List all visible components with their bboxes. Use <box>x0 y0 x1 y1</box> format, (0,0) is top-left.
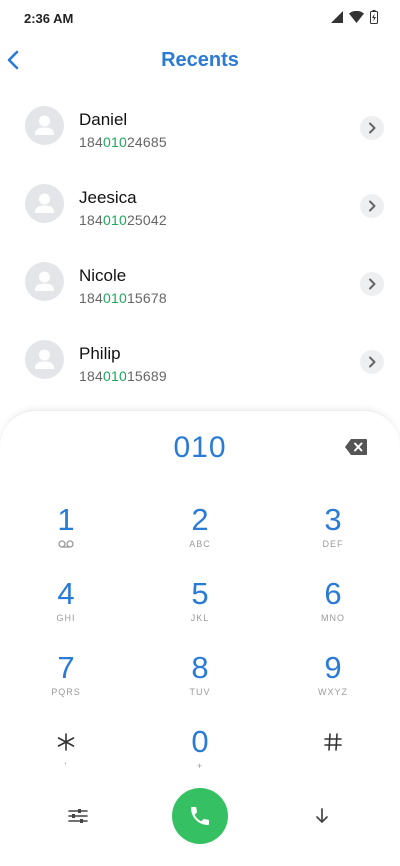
number-match-highlight: 010 <box>102 212 127 228</box>
dial-key-6[interactable]: 6 MNO <box>278 577 388 639</box>
arrow-down-icon <box>316 808 328 823</box>
battery-charging-icon <box>370 10 378 24</box>
backspace-icon <box>345 439 367 455</box>
key-letters: ' <box>64 761 68 771</box>
contact-number: 18401025042 <box>79 212 167 228</box>
number-match-highlight: 010 <box>102 368 127 384</box>
status-icons <box>331 10 378 24</box>
status-time: 2:36 AM <box>24 11 74 26</box>
contact-name: Nicole <box>79 266 127 285</box>
number-prefix: 184 <box>79 290 103 306</box>
phone-icon <box>191 807 209 825</box>
dial-key-9[interactable]: 9 WXYZ <box>278 651 388 713</box>
key-digit: 9 <box>324 650 342 685</box>
header: Recents <box>0 40 400 82</box>
number-match-highlight: 010 <box>102 134 127 150</box>
key-letters: GHI <box>56 613 76 623</box>
dial-key-2[interactable]: 2 ABC <box>145 503 255 565</box>
wifi-icon <box>349 11 364 23</box>
dialpad-settings-button[interactable] <box>66 805 90 827</box>
person-icon <box>35 193 54 213</box>
avatar <box>25 106 64 145</box>
person-icon <box>35 349 54 369</box>
contact-number: 18401015678 <box>79 290 167 306</box>
dialed-digits-display[interactable]: 010 <box>0 431 400 465</box>
person-icon <box>35 271 54 291</box>
avatar <box>25 340 64 379</box>
contact-name: Jeesica <box>79 188 137 207</box>
key-digit: 5 <box>191 576 209 611</box>
dial-key-hash[interactable] <box>278 725 388 787</box>
contact-row[interactable]: Nicole 18401015678 <box>0 244 400 322</box>
key-digit: 8 <box>191 650 209 685</box>
key-letters: MNO <box>321 613 345 623</box>
chevron-right-icon <box>369 200 376 212</box>
key-letters: WXYZ <box>318 687 348 697</box>
number-prefix: 184 <box>79 134 103 150</box>
hash-icon <box>278 725 388 759</box>
dial-key-star[interactable]: ' <box>11 725 121 787</box>
contact-row[interactable]: Jeesica 18401025042 <box>0 166 400 244</box>
key-digit: 2 <box>191 502 209 537</box>
contact-details-button[interactable] <box>360 272 384 296</box>
contact-details-button[interactable] <box>360 116 384 140</box>
chevron-right-icon <box>369 278 376 290</box>
dial-key-4[interactable]: 4 GHI <box>11 577 121 639</box>
backspace-button[interactable] <box>344 438 368 456</box>
key-digit: 7 <box>57 650 75 685</box>
key-letters: ABC <box>189 539 211 549</box>
voicemail-icon <box>11 539 121 551</box>
dial-key-3[interactable]: 3 DEF <box>278 503 388 565</box>
recents-list: Daniel 18401024685 Jeesica 18401025042 N… <box>0 88 400 400</box>
contact-row[interactable]: Philip 18401015689 <box>0 322 400 400</box>
contact-details-button[interactable] <box>360 350 384 374</box>
contact-details-button[interactable] <box>360 194 384 218</box>
dial-key-8[interactable]: 8 TUV <box>145 651 255 713</box>
key-letters: PQRS <box>51 687 81 697</box>
contact-row[interactable]: Daniel 18401024685 <box>0 88 400 166</box>
cellular-signal-icon <box>331 11 343 23</box>
key-letters: DEF <box>322 539 344 549</box>
number-prefix: 184 <box>79 212 103 228</box>
key-letters: JKL <box>190 613 210 623</box>
call-button[interactable] <box>172 788 228 844</box>
dial-key-7[interactable]: 7 PQRS <box>11 651 121 713</box>
number-suffix: 24685 <box>126 134 167 150</box>
page-title: Recents <box>161 49 239 71</box>
number-match-highlight: 010 <box>102 290 127 306</box>
key-letters: + <box>196 761 204 771</box>
contact-number: 18401015689 <box>79 368 167 384</box>
key-letters: TUV <box>189 687 211 697</box>
number-suffix: 25042 <box>126 212 167 228</box>
number-suffix: 15689 <box>126 368 167 384</box>
key-letters <box>278 761 388 773</box>
status-bar: 2:36 AM <box>0 0 400 36</box>
key-digit: 3 <box>324 502 342 537</box>
key-digit: 1 <box>57 502 75 537</box>
avatar <box>25 262 64 301</box>
collapse-dialpad-button[interactable] <box>311 805 333 827</box>
key-digit: 6 <box>324 576 342 611</box>
key-digit: 4 <box>57 576 75 611</box>
dial-key-5[interactable]: 5 JKL <box>145 577 255 639</box>
dial-key-0[interactable]: 0 + <box>145 725 255 787</box>
number-prefix: 184 <box>79 368 103 384</box>
number-suffix: 15678 <box>126 290 167 306</box>
avatar <box>25 184 64 223</box>
sliders-icon <box>68 809 88 823</box>
dial-key-1[interactable]: 1 <box>11 503 121 565</box>
chevron-right-icon <box>369 356 376 368</box>
chevron-right-icon <box>369 122 376 134</box>
contact-name: Philip <box>79 344 121 363</box>
key-digit: 0 <box>191 724 209 759</box>
contact-number: 18401024685 <box>79 134 167 150</box>
person-icon <box>35 115 54 135</box>
contact-name: Daniel <box>79 110 128 129</box>
dialpad-action-row <box>0 788 400 844</box>
asterisk-icon <box>11 725 121 759</box>
